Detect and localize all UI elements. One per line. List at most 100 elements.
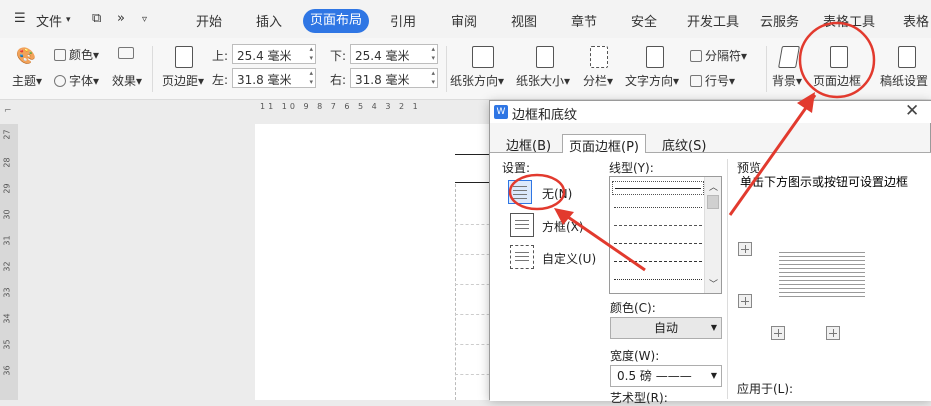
top-margin-input[interactable]: 25.4 毫米 ▴ ▾ — [232, 44, 316, 64]
tab-table-style[interactable]: 表格 — [903, 11, 929, 30]
paper-size-icon[interactable] — [536, 46, 554, 68]
bottom-margin-input[interactable]: 25.4 毫米 ▴ ▾ — [350, 44, 438, 64]
page-border-button[interactable]: 页面边框 — [813, 72, 861, 89]
paper-size-button[interactable]: 纸张大小▾ — [516, 72, 570, 89]
margin-button[interactable]: 页边距▾ — [162, 72, 204, 89]
separator-icon — [690, 50, 702, 62]
window-icon[interactable]: ⧉ — [92, 11, 101, 26]
divider — [446, 46, 447, 92]
border-right-button[interactable] — [826, 326, 840, 340]
tab-home[interactable]: 开始 — [196, 11, 222, 30]
more-icon[interactable]: » — [117, 11, 125, 26]
chevron-down-icon[interactable]: ▾ — [66, 15, 71, 25]
tab-shading[interactable]: 底纹(S) — [656, 134, 712, 154]
tab-page-layout[interactable]: 页面布局 — [303, 9, 369, 33]
chevron-up-icon[interactable]: ︿ — [709, 180, 718, 193]
divider — [727, 159, 728, 399]
setting-custom-icon[interactable] — [510, 245, 534, 269]
dialog-tabs: 边框(B) 页面边框(P) 底纹(S) — [490, 131, 931, 155]
separator-button[interactable]: 分隔符▾ — [690, 47, 747, 64]
effect-button[interactable]: 效果▾ — [112, 72, 142, 89]
left-margin-input[interactable]: 31.8 毫米 ▴ ▾ — [232, 68, 316, 88]
page-border-icon[interactable] — [830, 46, 848, 68]
table-gridline — [455, 184, 456, 400]
color-button[interactable]: 颜色▾ — [54, 46, 99, 63]
border-top-button[interactable] — [738, 242, 752, 256]
tab-insert[interactable]: 插入 — [256, 11, 282, 30]
chevron-down-icon[interactable]: ﹀ — [709, 277, 718, 290]
line-style-scrollbar[interactable]: ︿ ﹀ — [704, 177, 721, 293]
line-style-long-dash[interactable] — [614, 243, 702, 244]
setting-none-label[interactable]: 无(N) — [542, 185, 572, 202]
orientation-icon[interactable] — [472, 46, 494, 68]
tab-review[interactable]: 审阅 — [451, 11, 477, 30]
file-menu[interactable]: 文件 — [36, 11, 62, 30]
line-style-dash-dot[interactable] — [614, 261, 702, 262]
tab-page-border[interactable]: 页面边框(P) — [562, 134, 646, 155]
apply-to-label: 应用于(L): — [737, 382, 794, 396]
ruler-numbers: 11 10 9 8 7 6 5 4 3 2 1 — [260, 102, 421, 111]
theme-button[interactable]: 主题▾ — [12, 72, 42, 89]
tab-security[interactable]: 安全 — [631, 11, 657, 30]
line-style-dotted[interactable] — [614, 207, 702, 208]
line-style-list[interactable]: ︿ ﹀ — [609, 176, 722, 294]
setting-box-label[interactable]: 方框(X) — [542, 218, 584, 235]
left-margin-label: 左: — [212, 73, 229, 87]
top-margin-label: 上: — [212, 49, 229, 63]
ribbon-toolbar: 🎨 颜色▾ 主题▾ 字体▾ 效果▾ 页边距▾ 上: 25.4 毫米 ▴ ▾ 左: 3… — [0, 38, 931, 100]
width-dropdown[interactable]: 0.5 磅 ——— ▼ — [610, 365, 722, 387]
right-margin-input[interactable]: 31.8 毫米 ▴ ▾ — [350, 68, 438, 88]
line-style-dash-dot-dot[interactable] — [614, 279, 702, 280]
line-number-button[interactable]: 行号▾ — [690, 72, 735, 89]
background-icon[interactable] — [778, 46, 800, 68]
theme-icon[interactable]: 🎨 — [16, 46, 36, 65]
manuscript-button[interactable]: 稿纸设置 — [880, 72, 928, 89]
scrollbar-thumb[interactable] — [707, 195, 719, 209]
border-middle-button[interactable] — [738, 294, 752, 308]
width-label: 宽度(W): — [610, 349, 660, 363]
setting-none-icon[interactable] — [508, 180, 532, 204]
ruler-corner: ⌐ — [4, 106, 12, 116]
wps-logo-icon: W — [494, 105, 508, 119]
text-direction-button[interactable]: 文字方向▾ — [625, 72, 679, 89]
art-label: 艺术型(R): — [610, 391, 668, 405]
line-style-label: 线型(Y): — [609, 161, 654, 175]
color-dropdown[interactable]: 自动 ▼ — [610, 317, 722, 339]
tab-developer[interactable]: 开发工具 — [687, 11, 739, 30]
divider — [766, 46, 767, 92]
tab-table-tools[interactable]: 表格工具 — [823, 11, 875, 30]
line-style-dashed[interactable] — [614, 225, 702, 226]
tab-cloud[interactable]: 云服务 — [760, 11, 799, 30]
setting-box-icon[interactable] — [510, 213, 534, 237]
close-icon[interactable]: ✕ — [905, 101, 919, 121]
text-direction-icon[interactable] — [646, 46, 664, 68]
tab-view[interactable]: 视图 — [511, 11, 537, 30]
background-button[interactable]: 背景▾ — [772, 72, 802, 89]
orientation-button[interactable]: 纸张方向▾ — [450, 72, 504, 89]
tab-chapter[interactable]: 章节 — [571, 11, 597, 30]
page-setup-icon[interactable] — [118, 46, 137, 60]
tab-references[interactable]: 引用 — [390, 11, 416, 30]
dropdown-arrow-icon: ▼ — [710, 371, 717, 380]
dropdown-arrow-icon: ▼ — [710, 323, 717, 332]
bottom-margin-label: 下: — [330, 49, 347, 63]
font-button[interactable]: 字体▾ — [54, 72, 99, 89]
color-label: 颜色 — [69, 48, 94, 62]
setting-custom-label[interactable]: 自定义(U) — [542, 250, 596, 267]
columns-icon[interactable] — [590, 46, 608, 68]
manuscript-icon[interactable] — [898, 46, 916, 68]
color-label: 颜色(C): — [610, 301, 656, 315]
dropdown-icon[interactable]: ▿ — [142, 14, 147, 25]
columns-button[interactable]: 分栏▾ — [583, 72, 613, 89]
margin-icon[interactable] — [175, 46, 193, 68]
menu-tab-bar: ☰ 文件 ▾ ⧉ » ▿ 开始 插入 页面布局 引用 审阅 视图 章节 安全 开… — [0, 0, 931, 38]
line-style-solid[interactable] — [612, 181, 704, 195]
right-margin-label: 右: — [330, 73, 347, 87]
tab-borders[interactable]: 边框(B) — [500, 134, 557, 154]
document-page[interactable] — [255, 124, 495, 400]
border-left-button[interactable] — [771, 326, 785, 340]
preview-sample[interactable] — [779, 252, 865, 304]
hamburger-menu-icon[interactable]: ☰ — [14, 11, 26, 26]
preview-hint-annotation: 单击下方图示或按钮可设置边框 — [740, 173, 909, 190]
horizontal-ruler: 11 10 9 8 7 6 5 4 3 2 1 — [250, 100, 490, 116]
